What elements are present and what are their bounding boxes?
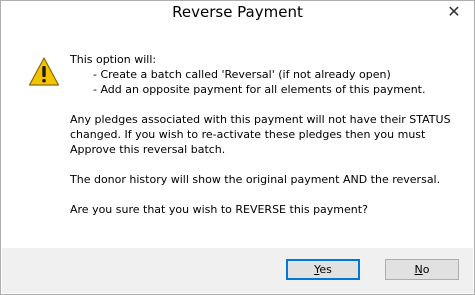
yes-label-rest: es (319, 263, 332, 276)
warning-dot (42, 79, 46, 83)
button-bar: Yes No (2, 248, 473, 293)
close-button[interactable]: ✕ (444, 2, 464, 22)
warning-icon (28, 57, 60, 86)
dialog-content: This option will: - Create a batch calle… (9, 27, 466, 248)
message-pledges-line-2: changed. If you wish to re-activate thes… (70, 128, 426, 141)
dialog-title: Reverse Payment (172, 3, 303, 21)
reverse-payment-dialog: Reverse Payment ✕ This option will: - Cr… (0, 0, 475, 295)
no-button[interactable]: No (385, 259, 459, 280)
message-bullet-add-payment: - Add an opposite payment for all elemen… (93, 83, 426, 96)
no-label-rest: o (422, 263, 430, 276)
message-text: This option will: - Create a batch calle… (70, 52, 460, 217)
message-intro: This option will: (70, 53, 157, 66)
warning-bar (42, 66, 46, 77)
close-icon: ✕ (447, 2, 461, 21)
no-mnemonic: N (414, 263, 423, 276)
title-bar[interactable]: Reverse Payment ✕ (1, 1, 474, 27)
message-confirm-question: Are you sure that you wish to REVERSE th… (70, 203, 368, 216)
message-bullet-create-batch: - Create a batch called 'Reversal' (if n… (93, 68, 391, 81)
message-donor-history: The donor history will show the original… (70, 173, 441, 186)
message-pledges-line-3: Approve this reversal batch. (70, 143, 226, 156)
message-pledges-line-1: Any pledges associated with this payment… (70, 113, 451, 126)
yes-button[interactable]: Yes (286, 259, 360, 280)
